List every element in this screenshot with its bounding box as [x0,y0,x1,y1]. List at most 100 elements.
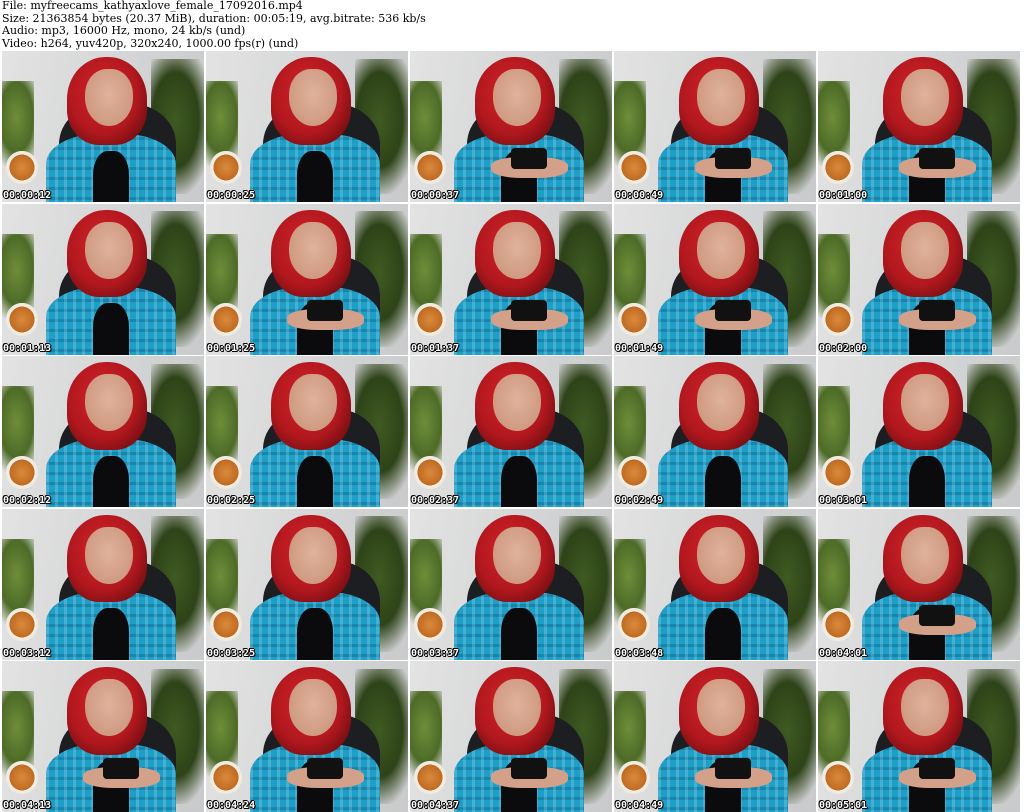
thumbnail-top [296,150,334,202]
video-thumbnail[interactable]: 00:01:13 [2,203,204,355]
video-info-line: Video: h264, yuv420p, 320x240, 1000.00 f… [2,36,299,50]
thumbnail-timestamp: 00:03:01 [819,495,868,506]
thumbnail-timestamp: 00:01:00 [819,190,868,201]
thumbnail-plush [618,760,651,794]
thumbnail-timestamp: 00:03:25 [207,647,256,659]
video-thumbnail[interactable]: 00:03:01 [818,356,1020,507]
thumbnail-top [296,608,334,660]
thumbnail-plush [618,303,651,337]
thumbnail-top [908,455,946,507]
thumbnail-face [84,526,134,584]
video-thumbnail[interactable]: 00:04:37 [410,661,612,812]
video-thumbnail[interactable]: 00:02:12 [2,356,204,507]
video-thumbnail[interactable]: 00:01:49 [614,203,816,355]
thumbnail-plush [210,760,243,794]
thumbnail-plush [618,150,651,184]
thumbnail-timestamp: 00:03:48 [615,647,664,659]
thumbnail-timestamp: 00:01:37 [411,342,460,354]
thumbnail-plush [6,455,39,489]
thumbnail-top [500,455,538,507]
thumbnail-plush [414,455,447,489]
thumbnail-plush [6,608,39,642]
thumbnail-timestamp: 00:02:25 [207,495,256,506]
video-thumbnail[interactable]: 00:02:37 [410,356,612,507]
thumbnail-face [900,526,950,584]
thumbnail-phone [307,300,344,322]
thumbnail-timestamp: 00:01:25 [207,342,256,354]
thumbnail-phone [511,757,548,779]
thumbnail-timestamp: 00:01:13 [3,342,52,354]
video-thumbnail[interactable]: 00:04:24 [206,661,408,812]
thumbnail-timestamp: 00:05:01 [819,800,868,811]
thumbnail-timestamp: 00:00:12 [3,190,52,201]
thumbnail-plush [822,150,855,184]
thumbnail-timestamp: 00:01:49 [615,342,664,354]
thumbnail-timestamp: 00:02:12 [3,495,52,506]
thumbnail-timestamp: 00:03:37 [411,647,460,659]
thumbnail-face [288,526,338,584]
file-info-header: File: myfreecams_kathyaxlove_female_1709… [0,0,1024,50]
thumbnail-timestamp: 00:02:00 [819,342,868,354]
thumbnail-timestamp: 00:00:49 [615,190,664,201]
thumbnail-timestamp: 00:04:13 [3,800,52,811]
video-thumbnail[interactable]: 00:01:00 [818,51,1020,202]
thumbnail-face [84,221,134,279]
thumbnail-face [900,221,950,279]
thumbnail-top [704,608,742,660]
thumbnail-phone [715,147,752,169]
thumbnail-top [500,608,538,660]
thumbnail-plush [6,760,39,794]
thumbnail-top [92,303,130,355]
thumbnail-plush [618,608,651,642]
thumbnail-phone [919,757,956,779]
video-thumbnail[interactable]: 00:00:25 [206,51,408,202]
video-thumbnail[interactable]: 00:03:37 [410,508,612,660]
thumbnail-timestamp: 00:03:12 [3,647,52,659]
thumbnail-plush [822,760,855,794]
thumbnail-timestamp: 00:04:49 [615,800,664,811]
video-thumbnail[interactable]: 00:00:12 [2,51,204,202]
thumbnail-phone [919,300,956,322]
video-thumbnail[interactable]: 00:04:13 [2,661,204,812]
video-thumbnail[interactable]: 00:01:37 [410,203,612,355]
video-thumbnail[interactable]: 00:05:01 [818,661,1020,812]
thumbnail-phone [307,757,344,779]
file-name-line: File: myfreecams_kathyaxlove_female_1709… [2,0,303,12]
thumbnail-face [696,221,746,279]
video-thumbnail[interactable]: 00:03:25 [206,508,408,660]
video-thumbnail[interactable]: 00:03:48 [614,508,816,660]
thumbnail-timestamp: 00:04:01 [819,647,868,659]
thumbnail-plush [210,455,243,489]
audio-info-line: Audio: mp3, 16000 Hz, mono, 24 kb/s (und… [2,24,246,37]
thumbnail-top [92,150,130,202]
thumbnail-timestamp: 00:02:49 [615,495,664,506]
thumbnail-grid: 00:00:12 00:00:25 00:00:37 00:00:49 00:01:00… [2,51,1020,812]
video-thumbnail[interactable]: 00:02:25 [206,356,408,507]
thumbnail-plush [210,303,243,337]
thumbnail-plush [822,608,855,642]
thumbnail-plush [618,455,651,489]
video-thumbnail[interactable]: 00:00:37 [410,51,612,202]
thumbnail-plush [414,303,447,337]
thumbnail-plush [210,608,243,642]
thumbnail-phone [919,147,956,169]
video-thumbnail[interactable]: 00:01:25 [206,203,408,355]
video-thumbnail[interactable]: 00:03:12 [2,508,204,660]
video-thumbnail[interactable]: 00:00:49 [614,51,816,202]
thumbnail-timestamp: 00:00:37 [411,190,460,201]
video-thumbnail[interactable]: 00:04:49 [614,661,816,812]
thumbnail-plush [414,150,447,184]
thumbnail-phone [511,300,548,322]
video-thumbnail[interactable]: 00:04:01 [818,508,1020,660]
video-thumbnail[interactable]: 00:02:00 [818,203,1020,355]
video-thumbnail[interactable]: 00:02:49 [614,356,816,507]
thumbnail-timestamp: 00:02:37 [411,495,460,506]
thumbnail-plush [210,150,243,184]
thumbnail-top [704,455,742,507]
thumbnail-top [296,455,334,507]
thumbnail-face [696,526,746,584]
thumbnail-timestamp: 00:04:24 [207,800,256,811]
thumbnail-phone [715,757,752,779]
thumbnail-face [288,221,338,279]
thumbnail-top [92,455,130,507]
